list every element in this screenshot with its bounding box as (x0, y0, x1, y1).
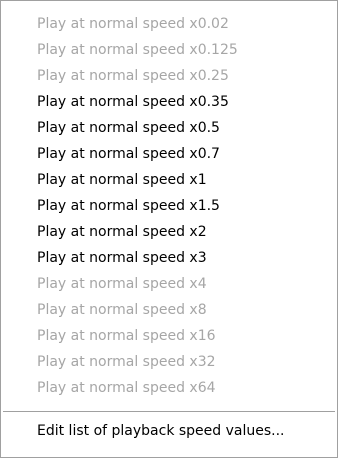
menu-item-speed-x32[interactable]: Play at normal speed x32 (1, 349, 337, 375)
menu-item-speed-x0-35[interactable]: Play at normal speed x0.35 (1, 89, 337, 115)
menu-item-speed-x0-125[interactable]: Play at normal speed x0.125 (1, 37, 337, 63)
menu-item-speed-x0-25[interactable]: Play at normal speed x0.25 (1, 63, 337, 89)
menu-item-speed-x8[interactable]: Play at normal speed x8 (1, 297, 337, 323)
menu-item-speed-x1-5[interactable]: Play at normal speed x1.5 (1, 193, 337, 219)
menu-item-speed-x2[interactable]: Play at normal speed x2 (1, 219, 337, 245)
playback-speed-menu: Play at normal speed x0.02 Play at norma… (0, 0, 338, 458)
playback-speed-list: Play at normal speed x0.02 Play at norma… (1, 11, 337, 444)
menu-item-speed-x0-5[interactable]: Play at normal speed x0.5 (1, 115, 337, 141)
menu-item-speed-x0-7[interactable]: Play at normal speed x0.7 (1, 141, 337, 167)
menu-item-speed-x1[interactable]: Play at normal speed x1 (1, 167, 337, 193)
menu-item-speed-x16[interactable]: Play at normal speed x16 (1, 323, 337, 349)
menu-item-speed-x0-02[interactable]: Play at normal speed x0.02 (1, 11, 337, 37)
menu-separator (3, 411, 335, 412)
menu-item-edit-speed-list[interactable]: Edit list of playback speed values... (1, 418, 337, 444)
menu-item-speed-x3[interactable]: Play at normal speed x3 (1, 245, 337, 271)
menu-item-speed-x64[interactable]: Play at normal speed x64 (1, 375, 337, 401)
menu-item-speed-x4[interactable]: Play at normal speed x4 (1, 271, 337, 297)
